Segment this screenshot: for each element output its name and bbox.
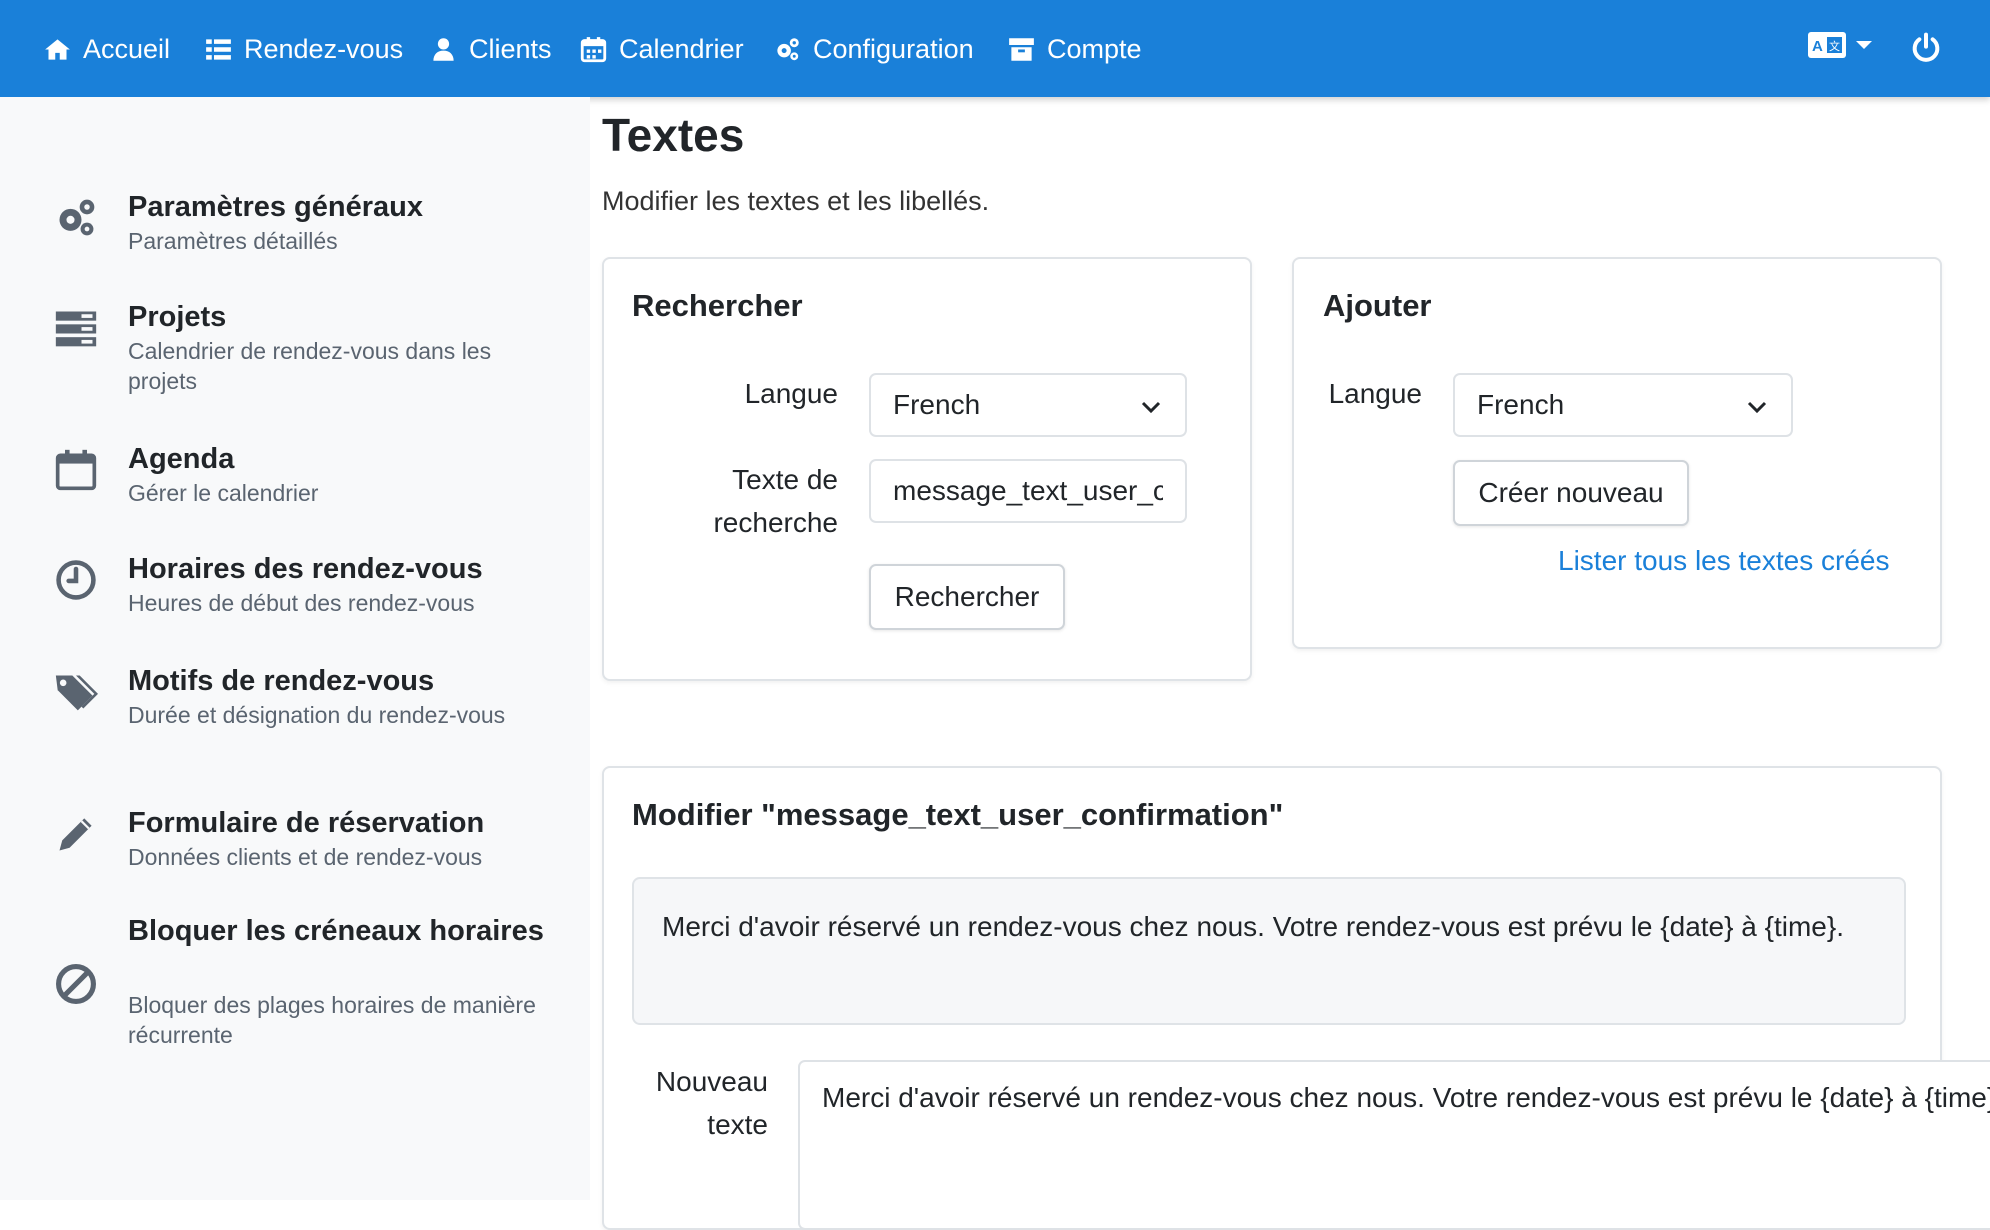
current-text-box: Merci d'avoir réservé un rendez-vous che… (632, 877, 1906, 1025)
sidebar-item-appointment-reasons[interactable]: Motifs de rendez-vous Durée et désignati… (54, 662, 524, 762)
sidebar-item-desc: Durée et désignation du rendez-vous (128, 702, 506, 728)
add-language-label: Langue (1328, 378, 1422, 409)
sidebar-item-title: Motifs de rendez-vous (128, 665, 435, 697)
sidebar-item-booking-form[interactable]: Formulaire de réservation Données client… (54, 804, 524, 874)
nav-account-label: Compte (1047, 33, 1142, 64)
nav-appointments[interactable]: Rendez-vous (205, 26, 403, 72)
search-language-value: French (893, 389, 981, 420)
new-text-textarea[interactable]: Merci d'avoir réservé un rendez-vous che… (798, 1060, 1990, 1230)
search-text-label-line1: Texte de (732, 464, 838, 495)
search-text-label: Texte de recherche (640, 458, 838, 544)
nav-calendar-label: Calendrier (619, 33, 744, 64)
search-language-label: Langue (744, 378, 838, 409)
ban-icon (56, 964, 96, 1004)
power-icon[interactable] (1910, 32, 1942, 64)
search-text-label-line2: recherche (713, 507, 838, 538)
sidebar-item-title: Agenda (128, 443, 235, 475)
sidebar-item-desc: Données clients et de rendez-vous (128, 844, 483, 870)
language-dropdown[interactable]: A文 (1808, 32, 1872, 58)
sidebar-item-title: Bloquer les créneaux horaires (128, 915, 544, 947)
clock-icon (56, 560, 96, 600)
sidebar-item-general-settings[interactable]: Paramètres généraux Paramètres détaillés (54, 188, 524, 258)
list-all-texts-link[interactable]: Lister tous les textes créés (1558, 545, 1889, 577)
home-icon (45, 38, 70, 60)
nav-configuration[interactable]: Configuration (774, 26, 974, 72)
search-card-title: Rechercher (632, 288, 803, 323)
nav-appointments-label: Rendez-vous (244, 33, 404, 64)
sidebar-item-desc: Calendrier de rendez-vous dans les proje… (128, 338, 492, 394)
sidebar-item-appointment-times[interactable]: Horaires des rendez-vous Heures de début… (54, 550, 524, 620)
sidebar-item-title: Paramètres généraux (128, 191, 423, 223)
sidebar-item-desc: Bloquer des plages horaires de manière r… (128, 992, 536, 1048)
add-language-select[interactable]: French (1453, 373, 1793, 437)
chevron-down-icon (1856, 41, 1872, 49)
chevron-down-icon (1747, 401, 1767, 414)
calendar-icon (55, 449, 97, 491)
sidebar-item-block-slots[interactable]: Bloquer les créneaux horaires Bloquer de… (54, 912, 544, 1062)
cogs-icon (59, 199, 95, 236)
page-title: Textes (602, 109, 745, 161)
nav-calendar[interactable]: Calendrier (580, 26, 744, 72)
sidebar-item-title: Formulaire de réservation (128, 807, 485, 839)
top-navbar: Accueil Rendez-vous Clients Calendrier C… (0, 0, 1990, 97)
new-text-label-line2: texte (707, 1109, 768, 1140)
pencil-icon (59, 818, 92, 851)
sidebar-item-desc: Heures de début des rendez-vous (128, 590, 475, 616)
user-icon (433, 37, 454, 61)
nav-clients-label: Clients (469, 33, 552, 64)
cogs-icon (777, 37, 799, 60)
server-icon (55, 311, 97, 347)
list-icon (206, 38, 231, 60)
create-new-button[interactable]: Créer nouveau (1453, 460, 1689, 526)
page-subtitle: Modifier les textes et les libellés. (602, 186, 990, 216)
add-language-value: French (1477, 389, 1565, 420)
nav-clients[interactable]: Clients (430, 26, 552, 72)
sidebar-item-title: Projets (128, 301, 227, 333)
svg-text:A: A (1812, 38, 1823, 55)
sidebar-item-agenda[interactable]: Agenda Gérer le calendrier (54, 440, 524, 510)
translate-icon: A文 (1808, 32, 1846, 58)
new-text-label-line1: Nouveau (655, 1066, 768, 1097)
sidebar-item-projects[interactable]: Projets Calendrier de rendez-vous dans l… (54, 298, 524, 398)
nav-configuration-label: Configuration (813, 33, 974, 64)
nav-home-label: Accueil (83, 33, 171, 64)
sidebar-item-desc: Paramètres détaillés (128, 228, 338, 254)
search-text-input[interactable] (869, 459, 1187, 523)
svg-text:文: 文 (1829, 39, 1840, 53)
edit-card-title: Modifier "message_text_user_confirmation… (632, 797, 1284, 832)
tags-icon (55, 675, 98, 711)
add-card-title: Ajouter (1323, 288, 1432, 323)
chevron-down-icon (1141, 401, 1161, 414)
new-text-label: Nouveau texte (610, 1060, 768, 1146)
sidebar-item-title: Horaires des rendez-vous (128, 553, 483, 585)
archive-icon (1009, 37, 1034, 61)
nav-home[interactable]: Accueil (44, 26, 170, 72)
search-language-select[interactable]: French (869, 373, 1187, 437)
nav-account[interactable]: Compte (1008, 26, 1142, 72)
calendar-icon (580, 36, 607, 62)
sidebar-item-desc: Gérer le calendrier (128, 480, 319, 506)
search-button[interactable]: Rechercher (869, 564, 1065, 630)
